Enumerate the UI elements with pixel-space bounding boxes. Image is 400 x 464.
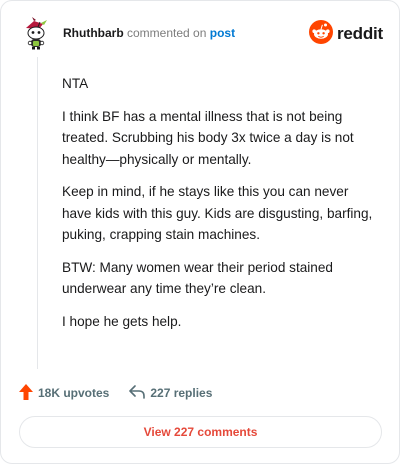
comment-paragraph: Keep in mind, if he stays like this you … [62,184,373,242]
comment-body: NTA I think BF has a mental illness that… [62,73,380,343]
view-comments-button[interactable]: View 227 comments [19,416,382,448]
reply-arrow-icon [129,384,146,402]
snoo-avatar-icon[interactable] [19,15,55,51]
username-link[interactable]: Rhuthbarb [63,26,124,40]
upvote-button[interactable]: 18K upvotes [19,383,110,403]
replies-count: 227 replies [150,386,213,400]
reddit-logo[interactable]: reddit [308,19,383,49]
reddit-logo-icon [308,19,333,49]
byline-verb: commented on [127,26,207,40]
comment-paragraph: I hope he gets help. [62,313,182,329]
comment-card: Rhuthbarb commented on post reddit NTA I… [0,0,400,464]
comment-header: Rhuthbarb commented on post reddit [19,15,383,51]
comment-byline: Rhuthbarb commented on post [63,25,235,41]
comment-footer: 18K upvotes 227 replies [19,383,383,403]
comment-paragraph: BTW: Many women wear their period staine… [62,259,333,297]
reddit-wordmark: reddit [336,24,383,43]
upvote-count: 18K upvotes [38,386,110,400]
thread-line[interactable] [37,57,38,369]
post-link[interactable]: post [210,26,235,40]
comment-paragraph: I think BF has a mental illness that is … [62,108,354,167]
upvote-arrow-icon [19,383,33,403]
comment-paragraph: NTA [62,76,89,91]
replies-button[interactable]: 227 replies [129,384,213,402]
